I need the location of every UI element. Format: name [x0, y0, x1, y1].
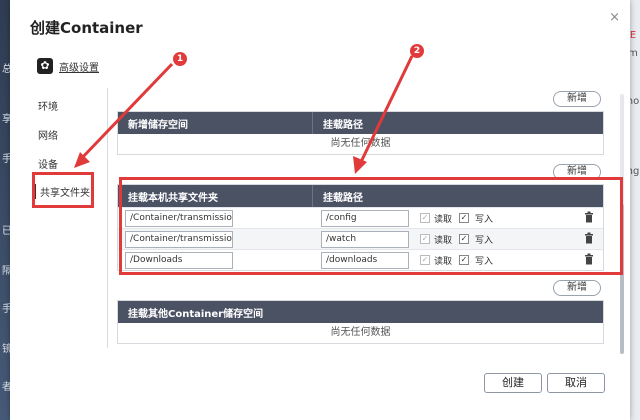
volumes-empty-text: 尚无任何数据: [330, 138, 391, 149]
create-container-dialog: 创建Container × ✿ 高级设置 环境 网络 设备 共享文件夹 新增 新…: [10, 0, 630, 420]
advanced-settings-label[interactable]: 高级设置: [59, 59, 99, 74]
col-separator: [312, 112, 313, 134]
add-container-volume-button[interactable]: 新增: [553, 280, 601, 296]
cancel-button[interactable]: 取消: [547, 373, 605, 393]
shared-folders-highlight-box: [119, 177, 623, 275]
advanced-settings-header: ✿ 高级设置: [37, 58, 99, 74]
other-containers-table-header: 挂载其他Container储存空间: [118, 301, 603, 323]
nav-highlight-box: [32, 172, 94, 208]
col-header-other-container: 挂载其他Container储存空间: [128, 308, 264, 320]
create-button[interactable]: 创建: [484, 373, 542, 393]
annotation-badge-2: 2: [410, 44, 424, 58]
gear-icon: ✿: [37, 58, 53, 74]
col-header-mount-path: 挂载路径: [323, 119, 363, 131]
nav-item-devices[interactable]: 设备: [38, 156, 58, 171]
annotation-badge-1: 1: [173, 52, 187, 66]
dialog-title: 创建Container: [30, 19, 143, 37]
col-header-storage: 新增储存空间: [128, 119, 188, 131]
close-icon[interactable]: ×: [609, 10, 620, 25]
nav-item-network[interactable]: 网络: [38, 127, 58, 142]
volumes-table: 新增储存空间 挂载路径 尚无任何数据: [117, 111, 604, 155]
add-volume-button[interactable]: 新增: [553, 91, 601, 107]
volumes-table-header: 新增储存空间 挂载路径: [118, 112, 603, 134]
nav-item-environment[interactable]: 环境: [38, 98, 58, 113]
nav-divider: [107, 88, 108, 348]
other-containers-table: 挂载其他Container储存空间 尚无任何数据: [117, 300, 604, 344]
other-containers-empty-text: 尚无任何数据: [330, 327, 391, 338]
